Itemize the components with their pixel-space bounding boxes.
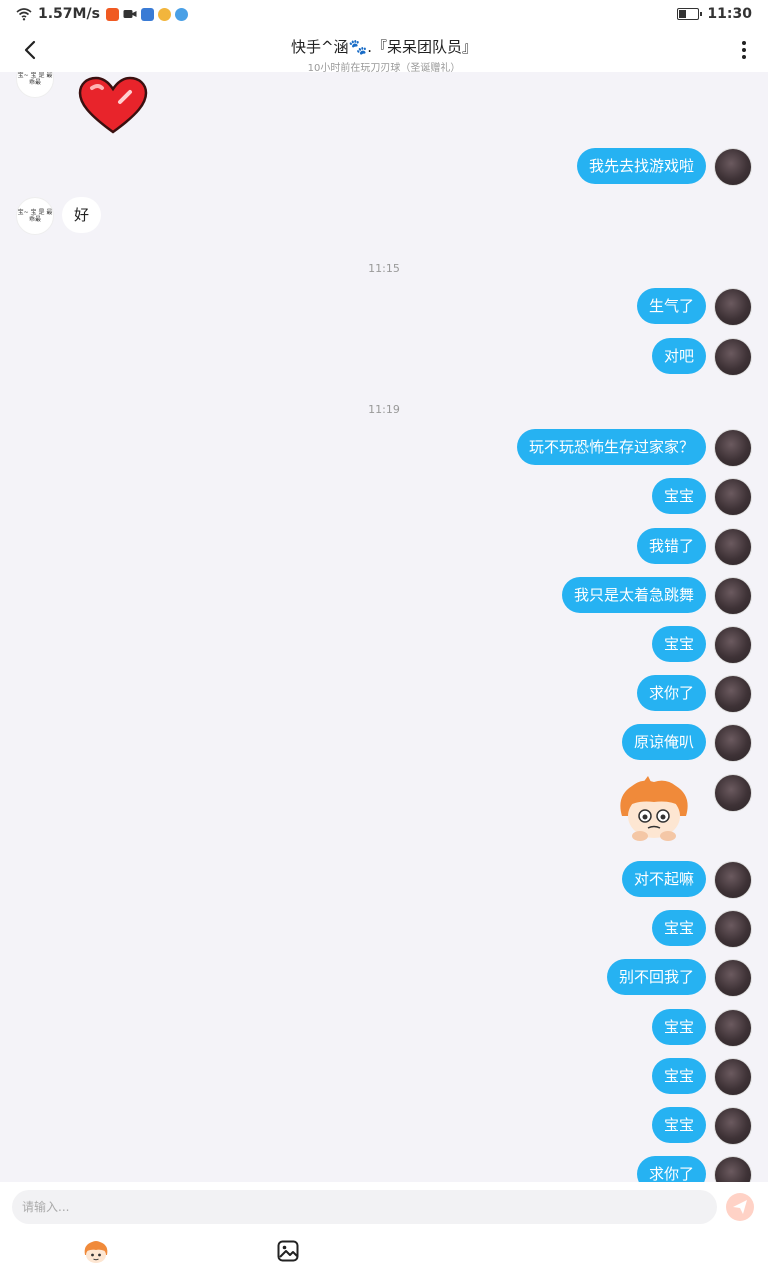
heart-sticker[interactable]	[78, 76, 148, 136]
my-avatar[interactable]	[714, 724, 752, 762]
outgoing-message[interactable]: 我先去找游戏啦	[576, 148, 706, 184]
my-avatar[interactable]	[714, 910, 752, 948]
app-notification-icon	[105, 7, 119, 21]
outgoing-message[interactable]: 求你了	[636, 1156, 706, 1182]
chevron-left-icon	[24, 40, 36, 60]
send-icon	[733, 1200, 747, 1214]
my-avatar[interactable]	[714, 148, 752, 186]
my-avatar[interactable]	[714, 1058, 752, 1096]
more-button[interactable]	[730, 36, 758, 64]
incoming-message[interactable]: 好	[62, 197, 102, 233]
emoji-icon	[84, 1241, 108, 1263]
outgoing-message[interactable]: 我错了	[636, 528, 706, 564]
outgoing-message[interactable]: 宝宝	[651, 910, 706, 946]
outgoing-message[interactable]: 对吧	[651, 338, 706, 374]
clock: 11:30	[707, 6, 752, 22]
my-avatar[interactable]	[714, 429, 752, 467]
outgoing-message[interactable]: 别不回我了	[606, 959, 706, 995]
my-avatar[interactable]	[714, 577, 752, 615]
contact-avatar[interactable]: 宝~ 宝 是 最乖最	[16, 72, 54, 98]
outgoing-message[interactable]: 我只是太着急跳舞	[561, 577, 706, 613]
my-avatar[interactable]	[714, 1009, 752, 1047]
my-avatar[interactable]	[714, 528, 752, 566]
send-button[interactable]	[726, 1193, 754, 1221]
my-avatar[interactable]	[714, 288, 752, 326]
outgoing-message[interactable]: 宝宝	[651, 478, 706, 514]
back-button[interactable]	[16, 36, 44, 64]
my-avatar[interactable]	[714, 774, 752, 812]
chat-header: 快手^涵🐾.『呆呆团队员』 10小时前在玩刀刃球（圣诞赠礼）	[0, 28, 768, 74]
more-vertical-icon	[742, 41, 746, 45]
my-avatar[interactable]	[714, 478, 752, 516]
outgoing-message[interactable]: 宝宝	[651, 1058, 706, 1094]
app-notification-icon	[140, 7, 154, 21]
network-speed: 1.57M/s	[38, 6, 100, 22]
my-avatar[interactable]	[714, 959, 752, 997]
message-list[interactable]: 宝~ 宝 是 最乖最 我先去找游戏啦 宝~ 宝 是 最乖最 好 11:15 生气…	[0, 72, 768, 1182]
wifi-icon	[16, 8, 32, 21]
input-bar	[0, 1182, 768, 1280]
my-avatar[interactable]	[714, 1107, 752, 1145]
outgoing-message[interactable]: 宝宝	[651, 626, 706, 662]
status-right: 11:30	[677, 6, 752, 22]
contact-avatar[interactable]: 宝~ 宝 是 最乖最	[16, 197, 54, 235]
app-notification-icon	[157, 7, 171, 21]
my-avatar[interactable]	[714, 338, 752, 376]
timestamp: 11:15	[368, 262, 400, 275]
outgoing-message[interactable]: 求你了	[636, 675, 706, 711]
outgoing-message[interactable]: 玩不玩恐怖生存过家家？	[516, 429, 706, 465]
my-avatar[interactable]	[714, 861, 752, 899]
status-left: 1.57M/s	[16, 6, 188, 22]
timestamp: 11:19	[368, 403, 400, 416]
outgoing-message[interactable]: 宝宝	[651, 1009, 706, 1045]
outgoing-message[interactable]: 原谅俺叭	[621, 724, 706, 760]
my-avatar[interactable]	[714, 675, 752, 713]
my-avatar[interactable]	[714, 1156, 752, 1182]
my-avatar[interactable]	[714, 626, 752, 664]
status-bar: 1.57M/s 11:30	[0, 0, 768, 28]
video-icon	[123, 10, 137, 18]
image-button[interactable]	[277, 1240, 299, 1262]
battery-icon	[677, 8, 703, 20]
emoji-button[interactable]	[82, 1239, 110, 1265]
outgoing-message[interactable]: 生气了	[636, 288, 706, 324]
outgoing-message[interactable]: 对不起嘛	[621, 861, 706, 897]
contact-name[interactable]: 快手^涵🐾.『呆呆团队员』	[0, 28, 768, 57]
message-input[interactable]	[12, 1190, 717, 1224]
outgoing-message[interactable]: 宝宝	[651, 1107, 706, 1143]
image-icon	[277, 1240, 299, 1262]
app-notification-icon	[174, 7, 188, 21]
sorry-sticker[interactable]	[614, 776, 694, 844]
